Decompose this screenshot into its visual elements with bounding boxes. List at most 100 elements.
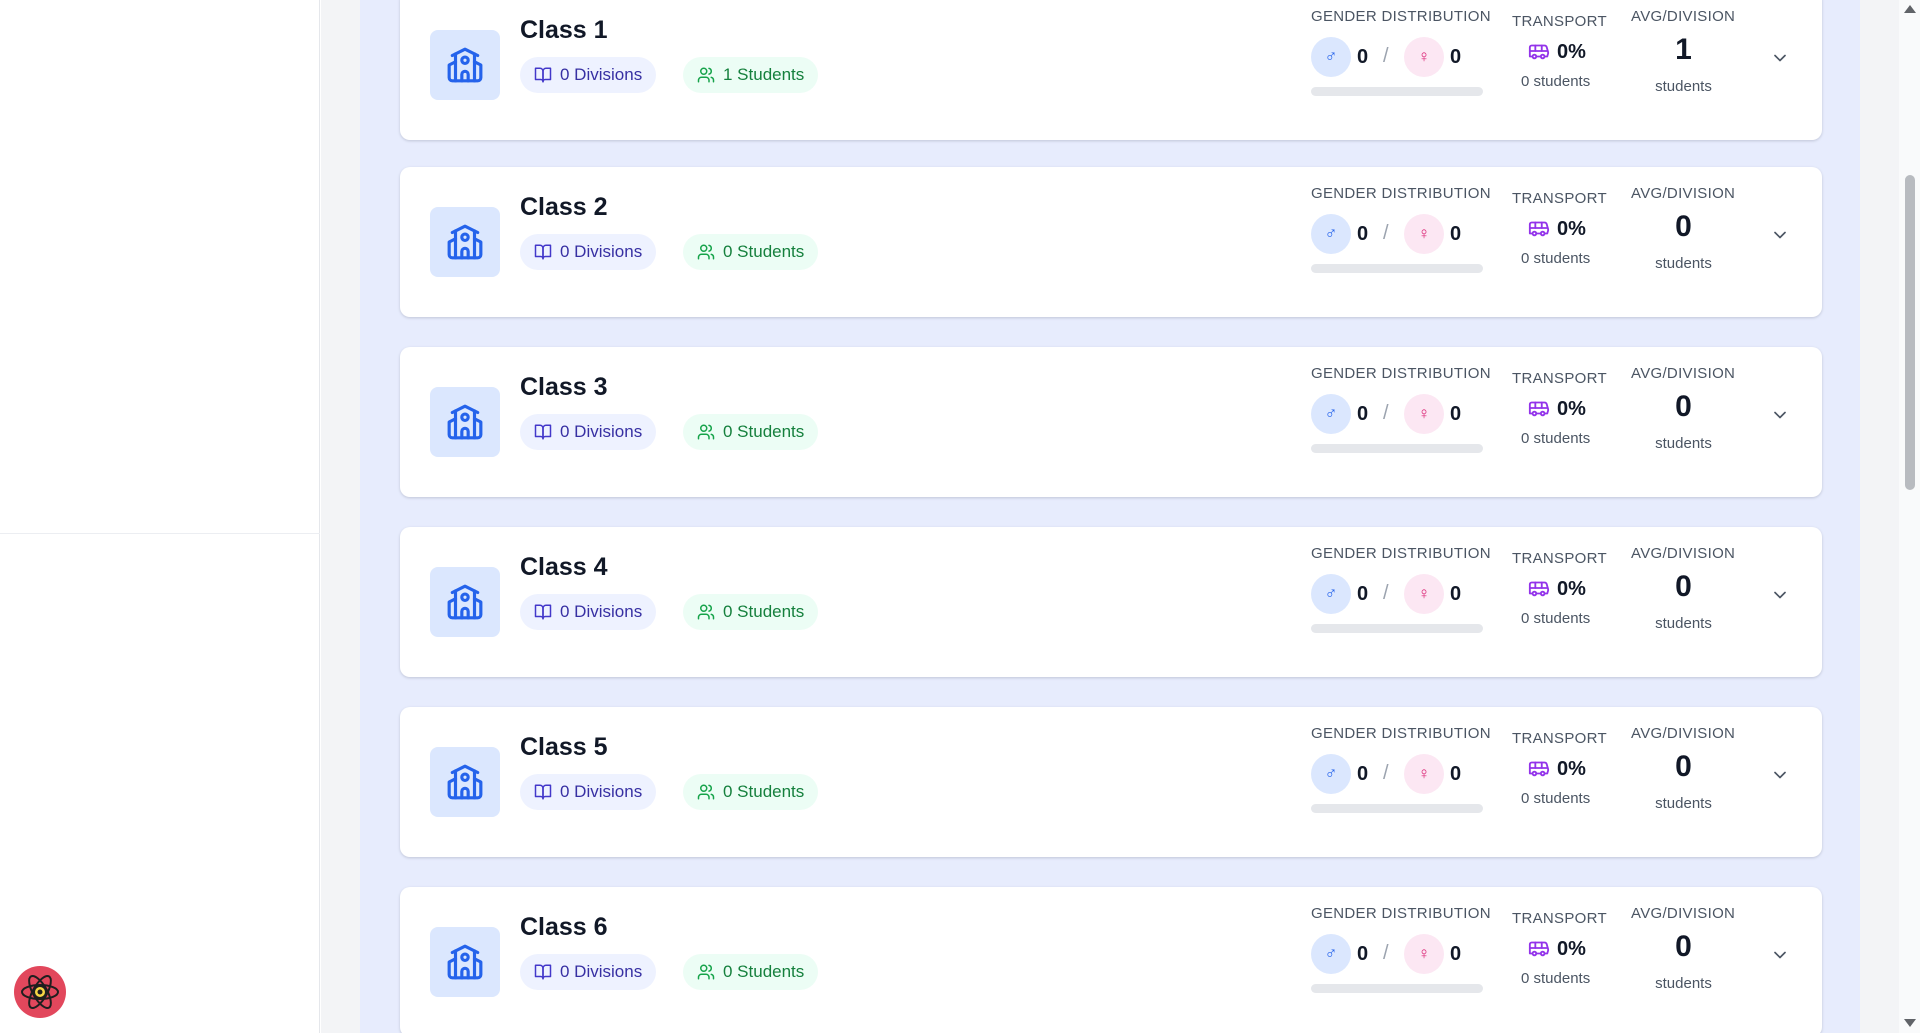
transport-percent: 0% [1557,398,1586,420]
chevron-down-icon[interactable] [1770,585,1790,610]
transport-percent: 0% [1557,41,1586,63]
gender-separator: / [1383,942,1389,964]
male-icon: ♂ [1311,37,1351,77]
class-card-5[interactable]: Class 5 0 Divisions 0 Students GENDER DI… [400,707,1822,857]
male-icon: ♂ [1311,394,1351,434]
students-count: 0 Students [723,782,805,801]
sidebar [0,0,320,1033]
gender-distribution-label: GENDER DISTRIBUTION [1311,8,1491,25]
female-count: 0 [1450,46,1462,68]
students-badge: 0 Students [683,594,819,630]
students-count: 0 Students [723,602,805,621]
gender-distribution-label: GENDER DISTRIBUTION [1311,185,1491,202]
gender-ratio-bar [1311,264,1483,273]
female-icon: ♀ [1404,574,1444,614]
avg-division-unit: students [1655,795,1712,812]
bus-icon [1527,937,1551,964]
divisions-count: 0 Divisions [560,962,643,981]
class-title: Class 6 [520,913,608,941]
gender-ratio-bar [1311,804,1483,813]
male-icon: ♂ [1311,754,1351,794]
class-card-3[interactable]: Class 3 0 Divisions 0 Students GENDER DI… [400,347,1822,497]
transport-students: 0 students [1521,610,1591,627]
class-card-6[interactable]: Class 6 0 Divisions 0 Students GENDER DI… [400,887,1822,1033]
chevron-down-icon[interactable] [1770,225,1790,250]
bus-icon [1527,217,1551,244]
avg-division-label: AVG/DIVISION [1631,725,1736,742]
avg-division-value: 0 [1675,210,1692,243]
scrollbar[interactable] [1899,0,1920,1033]
male-count: 0 [1357,583,1369,605]
avg-division-label: AVG/DIVISION [1631,8,1736,25]
divisions-badge: 0 Divisions [520,57,657,93]
class-card-2[interactable]: Class 2 0 Divisions 0 Students GENDER DI… [400,167,1822,317]
gender-separator: / [1383,45,1389,67]
avg-division-value: 0 [1675,930,1692,963]
gender-ratio-bar [1311,984,1483,993]
scroll-thumb[interactable] [1905,175,1915,490]
avg-division-unit: students [1655,975,1712,992]
gender-separator: / [1383,762,1389,784]
female-icon: ♀ [1404,37,1444,77]
divisions-badge: 0 Divisions [520,774,657,810]
chevron-down-icon[interactable] [1770,945,1790,970]
users-icon [697,67,715,83]
transport-label: TRANSPORT [1512,13,1607,30]
female-icon: ♀ [1404,934,1444,974]
class-title: Class 3 [520,373,608,401]
gender-distribution-label: GENDER DISTRIBUTION [1311,725,1491,742]
transport-label: TRANSPORT [1512,550,1607,567]
main-content [321,0,1899,1033]
class-card-4[interactable]: Class 4 0 Divisions 0 Students GENDER DI… [400,527,1822,677]
gender-distribution-label: GENDER DISTRIBUTION [1311,545,1491,562]
students-count: 1 Students [723,65,805,84]
avg-division-value: 0 [1675,750,1692,783]
gender-distribution-label: GENDER DISTRIBUTION [1311,905,1491,922]
transport-label: TRANSPORT [1512,190,1607,207]
school-icon [430,927,500,997]
book-open-icon [534,784,552,800]
transport-percent: 0% [1557,578,1586,600]
class-card-1[interactable]: Class 1 0 Divisions 1 Students GENDER DI… [400,0,1822,140]
female-count: 0 [1450,223,1462,245]
female-icon: ♀ [1404,754,1444,794]
male-count: 0 [1357,763,1369,785]
school-icon [430,387,500,457]
avg-division-label: AVG/DIVISION [1631,185,1736,202]
scroll-down-arrow[interactable] [1904,1019,1916,1027]
male-icon: ♂ [1311,934,1351,974]
avg-division-unit: students [1655,615,1712,632]
divisions-badge: 0 Divisions [520,594,657,630]
transport-students: 0 students [1521,73,1591,90]
female-count: 0 [1450,583,1462,605]
avg-division-value: 0 [1675,570,1692,603]
male-count: 0 [1357,943,1369,965]
chevron-down-icon[interactable] [1770,765,1790,790]
students-badge: 0 Students [683,414,819,450]
avg-division-label: AVG/DIVISION [1631,905,1736,922]
transport-label: TRANSPORT [1512,730,1607,747]
avg-division-unit: students [1655,255,1712,272]
gender-separator: / [1383,402,1389,424]
divisions-count: 0 Divisions [560,65,643,84]
gender-ratio-bar [1311,87,1483,96]
scroll-up-arrow[interactable] [1904,5,1916,13]
chevron-down-icon[interactable] [1770,405,1790,430]
transport-percent: 0% [1557,758,1586,780]
avg-division-label: AVG/DIVISION [1631,545,1736,562]
book-open-icon [534,67,552,83]
avg-division-unit: students [1655,435,1712,452]
react-devtools-icon[interactable] [14,966,66,1018]
students-count: 0 Students [723,242,805,261]
female-count: 0 [1450,403,1462,425]
transport-students: 0 students [1521,970,1591,987]
students-badge: 0 Students [683,234,819,270]
transport-label: TRANSPORT [1512,910,1607,927]
book-open-icon [534,424,552,440]
divisions-count: 0 Divisions [560,602,643,621]
chevron-down-icon[interactable] [1770,48,1790,73]
bus-icon [1527,577,1551,604]
divisions-badge: 0 Divisions [520,414,657,450]
transport-label: TRANSPORT [1512,370,1607,387]
book-open-icon [534,604,552,620]
